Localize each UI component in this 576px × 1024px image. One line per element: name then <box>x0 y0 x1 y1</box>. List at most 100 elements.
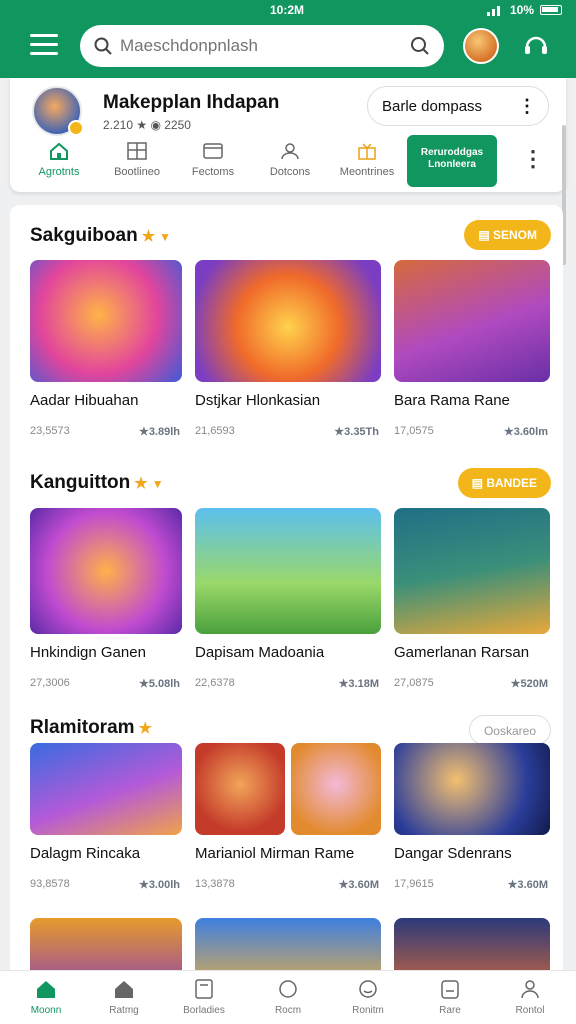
game-thumbnail[interactable] <box>30 508 182 634</box>
category-tab-4[interactable]: Meontrines <box>332 140 402 178</box>
promo-category-button[interactable]: Reruroddgas Lnonleera <box>407 135 497 187</box>
game-rating: ★520M <box>510 678 548 690</box>
game-meta: 93,8578 ★3.00lh <box>30 878 182 892</box>
category-label: Fectoms <box>191 166 235 178</box>
game-meta: 23,5573 ★3.89lh <box>30 425 182 439</box>
search-bar[interactable] <box>80 25 444 67</box>
game-tile[interactable]: Dangar Sdenrans 17,9615 ★3.60M <box>394 743 550 892</box>
nav-item-3[interactable]: Rocm <box>256 979 320 1016</box>
nav-item-0[interactable]: Moonn <box>14 979 78 1016</box>
bottom-nav: Moonn Ratmg Borladies Rocm Ronitm Rare R… <box>0 970 576 1024</box>
nav-item-6[interactable]: Rontol <box>498 979 562 1016</box>
game-plays: 21,6593 <box>195 425 235 437</box>
game-rating: ★3.18M <box>338 678 379 690</box>
nav-item-1[interactable]: Ratmg <box>92 979 156 1016</box>
nav-label: Rontol <box>515 1005 545 1016</box>
nav-item-4[interactable]: Ronitm <box>336 979 400 1016</box>
game-thumbnail[interactable] <box>394 918 550 975</box>
game-rating: ★3.89lh <box>138 426 180 438</box>
section-button-label: BANDEE <box>486 476 537 490</box>
support-icon[interactable] <box>522 32 550 60</box>
game-tile[interactable] <box>394 918 550 975</box>
profile-action-pill[interactable]: Barle dompass ⋮ <box>367 86 549 126</box>
game-tile[interactable]: Marianiol Mirman Rame 13,3878 ★3.60M <box>195 743 381 892</box>
category-label: Meontrines <box>339 166 395 178</box>
game-thumbnail[interactable] <box>195 508 381 634</box>
game-title: Dstjkar Hlonkasian <box>195 392 321 409</box>
nav-item-5[interactable]: Rare <box>418 979 482 1016</box>
section-button-icon: ▤ <box>471 476 487 490</box>
game-tile[interactable] <box>30 918 182 975</box>
nav-label: Rocm <box>274 1005 302 1016</box>
game-thumbnail[interactable] <box>30 260 182 382</box>
game-list: Sakguiboan ★ ▼ ▤ SENOM Aadar Hibuahan 23,5… <box>10 205 563 975</box>
nav-label: Moonn <box>30 1005 62 1016</box>
game-plays: 22,6378 <box>195 677 235 689</box>
game-meta: 27,3006 ★5.08lh <box>30 677 182 691</box>
category-tab-1[interactable]: Bootlineo <box>102 140 172 178</box>
section-title-text: Rlamitoram <box>30 717 135 738</box>
game-thumbnail[interactable] <box>394 260 550 382</box>
game-thumbnail[interactable] <box>291 743 381 835</box>
game-plays: 13,3878 <box>195 878 235 890</box>
game-thumbnail[interactable] <box>195 918 381 975</box>
category-tab-3[interactable]: Dotcons <box>255 140 325 178</box>
category-tab-0[interactable]: Agrotnts <box>24 140 94 178</box>
game-title: Dangar Sdenrans <box>394 845 512 862</box>
battery-icon <box>540 5 562 15</box>
search-icon <box>94 37 112 55</box>
section-action-button[interactable]: ▤ BANDEE <box>457 468 551 498</box>
game-thumbnail[interactable] <box>195 743 285 835</box>
home-icon <box>37 981 55 998</box>
game-rating: ★3.00lh <box>138 879 180 891</box>
game-thumbnail[interactable] <box>195 260 381 382</box>
game-title: Dalagm Rincaka <box>30 845 141 862</box>
menu-icon[interactable] <box>30 34 58 56</box>
game-plays: 27,0875 <box>394 677 434 689</box>
smile-icon <box>359 980 377 998</box>
game-plays: 17,9615 <box>394 878 434 890</box>
search-input[interactable] <box>120 36 410 56</box>
game-tile[interactable]: Gamerlanan Rarsan 27,0875 ★520M <box>394 508 550 691</box>
chevron-down-icon[interactable]: ▼ <box>152 477 164 491</box>
category-more-icon[interactable]: ⋮ <box>522 146 544 172</box>
game-thumbnail[interactable] <box>394 508 550 634</box>
profile-card: Makepplan Ihdapan 2.210 ★ ◉ 2250 Barle d… <box>10 78 566 192</box>
home-icon <box>50 142 68 160</box>
nav-label: Ratmg <box>109 1005 139 1016</box>
game-rating: ★3.35Th <box>334 426 379 438</box>
section-title-text: Kanguitton <box>30 472 131 493</box>
game-thumbnail[interactable] <box>30 918 182 975</box>
game-rating: ★5.08lh <box>138 678 180 690</box>
game-plays: 93,8578 <box>30 878 70 890</box>
game-tile[interactable]: Bara Rama Rane 17,0575 ★3.60lm <box>394 260 550 439</box>
section-action-button[interactable]: ▤ SENOM <box>464 220 551 250</box>
more-vert-icon[interactable]: ⋮ <box>518 96 536 117</box>
search-submit-icon[interactable] <box>410 36 430 56</box>
nav-label: Rare <box>439 1005 461 1016</box>
game-tile[interactable]: Hnkindign Ganen 27,3006 ★5.08lh <box>30 508 182 691</box>
nav-label: Ronitm <box>352 1005 384 1016</box>
game-thumbnail[interactable] <box>30 743 182 835</box>
category-label: Bootlineo <box>114 166 160 178</box>
game-tile[interactable]: Aadar Hibuahan 23,5573 ★3.89lh <box>30 260 182 439</box>
category-tab-2[interactable]: Fectoms <box>178 140 248 178</box>
star-icon: ★ <box>134 475 148 492</box>
game-title: Marianiol Mirman Rame <box>195 845 355 862</box>
game-tile[interactable] <box>195 918 381 975</box>
nav-item-2[interactable]: Borladies <box>172 979 236 1016</box>
game-thumbnail-pair <box>195 743 381 835</box>
promo-label: Reruroddgas Lnonleera <box>420 147 484 170</box>
game-meta: 17,0575 ★3.60lm <box>394 425 550 439</box>
section-action-button[interactable]: Ooskareo <box>468 715 551 745</box>
section-button-label: Ooskareo <box>483 724 536 738</box>
game-rating: ★3.60M <box>338 879 379 891</box>
game-tile[interactable]: Dalagm Rincaka 93,8578 ★3.00lh <box>30 743 182 892</box>
chevron-down-icon[interactable]: ▼ <box>159 230 171 244</box>
user-avatar[interactable] <box>463 28 499 64</box>
gift-icon <box>358 143 376 160</box>
game-meta: 22,6378 ★3.18M <box>195 677 381 691</box>
game-tile[interactable]: Dapisam Madoania 22,6378 ★3.18M <box>195 508 381 691</box>
game-thumbnail[interactable] <box>394 743 550 835</box>
game-tile[interactable]: Dstjkar Hlonkasian 21,6593 ★3.35Th <box>195 260 381 439</box>
